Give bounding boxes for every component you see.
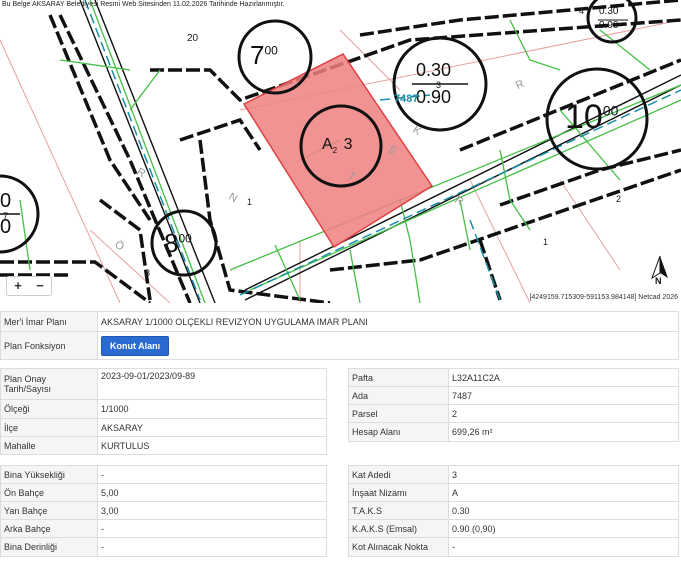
table-row-value: 3 [448,465,679,484]
table-row-value: AKSARAY [97,418,327,437]
table-row-value: 2 [448,404,679,423]
table-row-label: K.A.K.S (Emsal) [348,519,449,538]
taks-value-label: 0.30 [416,60,452,80]
table-row-label: Plan Onay Tarih/Sayısı [0,368,98,400]
table-row-value: 3,00 [97,501,327,520]
table-row-label: Ölçeği [0,399,98,419]
parcel-number-20: 20 [187,33,199,44]
zone-label: A2 3 [322,136,353,156]
map-coordinates: [4249159.715309-591153.984148] Netcad 20… [529,294,678,301]
table-row-label: Ada [348,386,449,405]
meri-plan-value: AKSARAY 1/1000 OLÇEKLI REVIZYON UYGULAMA… [97,311,679,332]
meri-plan-label: Mer'i İmar Planı [0,311,98,332]
building-setback-table: Bina Yüksekliği - Ön Bahçe 5,00 Yan Bahç… [0,465,327,557]
table-row-label: Hesap Alanı [348,422,449,442]
table-row-label: Mahalle [0,436,98,455]
height-label-10: 1000 [565,98,619,136]
table-row-value: - [448,537,679,557]
height-label-7: 700 [250,40,278,70]
table-row-value: 699,26 m² [448,422,679,442]
parcel-number-8: 8 [145,268,151,278]
table-row-label: Kat Adedi [348,465,449,484]
zoning-map[interactable]: Bu Belge AKSARAY Belediyesi Resmi Web Si… [0,0,681,303]
zoom-control: + − [6,276,52,296]
plan-fonksiyon-label: Plan Fonksiyon [0,331,98,360]
table-row-label: Parsel [348,404,449,423]
height-label-8: 800 [164,228,192,258]
plan-approval-table: Plan Onay Tarih/Sayısı 2023-09-01/2023/0… [0,368,327,455]
zoom-out-button[interactable]: − [29,277,51,295]
table-row-value: - [97,519,327,538]
parcel-number-1-left: 1 [247,197,253,207]
table-row-value: KURTULUS [97,436,327,455]
zoom-in-button[interactable]: + [7,277,29,295]
table-row-value: L32A11C2A [448,368,679,387]
plan-info-table: Mer'i İmar Planı AKSARAY 1/1000 OLÇEKLI … [0,311,679,360]
table-row-label: Bina Yüksekliği [0,465,98,484]
parcel-number-4: 4 [579,6,585,16]
table-row-value: - [97,537,327,557]
small-kaks-label: 0.90 [599,20,619,31]
building-rules-table: Kat Adedi 3 İnşaat Nizamı A T.A.K.S 0.30… [348,465,679,557]
left-circle-top: 0 [0,190,12,212]
map-disclaimer: Bu Belge AKSARAY Belediyesi Resmi Web Si… [2,1,285,8]
parcel-number-2: 2 [616,194,622,204]
table-row-label: Ön Bahçe [0,483,98,502]
table-row-value: 2023-09-01/2023/09-89 [97,368,327,400]
table-row-label: Yan Bahçe [0,501,98,520]
small-taks-label: 0.30 [599,6,619,17]
left-circle-bottom: 0 [0,216,12,238]
table-row-label: Bina Derinliği [0,537,98,557]
table-row-value: 7487 [448,386,679,405]
table-row-value: 1/1000 [97,399,327,419]
table-row-label: T.A.K.S [348,501,449,520]
table-row-label: İlçe [0,418,98,437]
konut-alani-button[interactable]: Konut Alanı [101,335,170,356]
parcel-info-table: Pafta L32A11C2A Ada 7487 Parsel 2 Hesap … [348,368,679,442]
north-label: N [655,276,662,286]
table-row-label: Kot Alınacak Nokta [348,537,449,557]
table-row-label: İnşaat Nizamı [348,483,449,502]
table-row-label: Pafta [348,368,449,387]
parcel-number-1-right: 1 [543,237,549,247]
table-row-value: 0.90 (0,90) [448,519,679,538]
table-row-value: 5,00 [97,483,327,502]
plan-fonksiyon-cell: Konut Alanı [97,331,679,360]
table-row-value: - [97,465,327,484]
north-arrow-icon: N [648,254,672,286]
table-row-value: A [448,483,679,502]
table-row-label: Arka Bahçe [0,519,98,538]
ada-map-label: 7487 [394,93,419,105]
kaks-value-label: 0.90 [416,87,452,107]
table-row-value: 0.30 [448,501,679,520]
